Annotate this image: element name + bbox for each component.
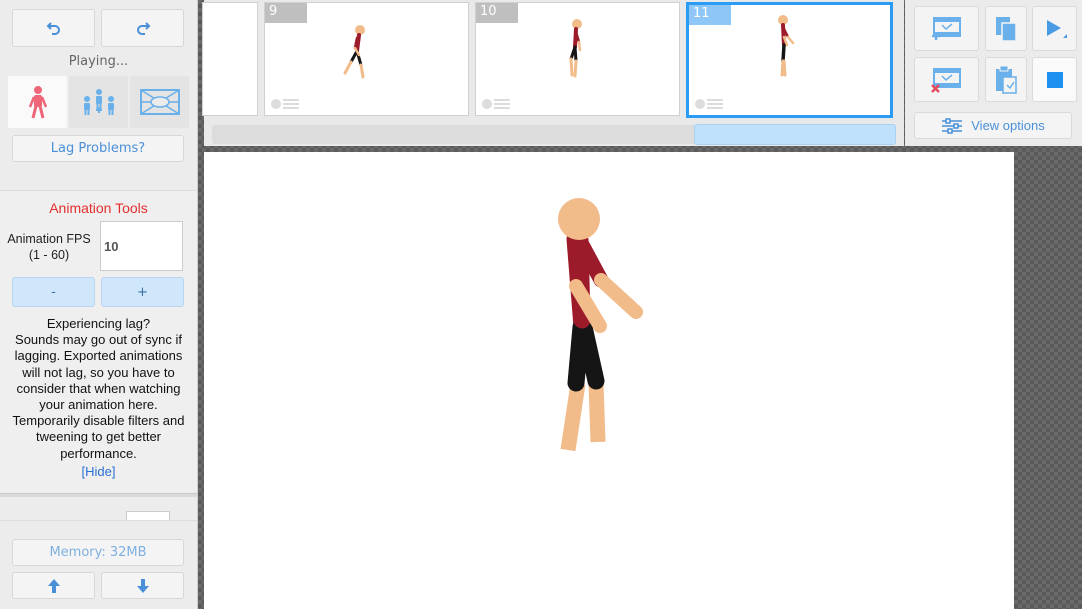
- frame-thumbnail: [569, 19, 582, 78]
- move-up-button[interactable]: [12, 572, 95, 599]
- timeline: 9 10 11: [202, 0, 904, 146]
- lag-info-text: Experiencing lag? Sounds may go out of s…: [4, 316, 193, 462]
- tab-single-figure[interactable]: [8, 76, 67, 128]
- copy-frame-icon: [996, 16, 1017, 42]
- timeline-scrollbar-thumb[interactable]: [694, 124, 896, 145]
- timeline-frame[interactable]: 9: [264, 2, 469, 116]
- memory-label: Memory: 32MB: [49, 545, 147, 560]
- tool-tabs: [8, 76, 189, 128]
- fps-increase-label: +: [137, 284, 148, 300]
- timeline-frame-selected[interactable]: 11: [686, 2, 893, 118]
- timeline-frame[interactable]: 10: [475, 2, 680, 116]
- tab-group-figures[interactable]: [69, 76, 128, 128]
- fps-label-line1: Animation FPS: [7, 232, 91, 246]
- stop-button[interactable]: [1032, 57, 1077, 102]
- redo-icon: [136, 22, 150, 35]
- add-frame-button[interactable]: [914, 6, 979, 51]
- add-frame-icon: [931, 16, 961, 40]
- copy-frame-button[interactable]: [985, 6, 1027, 51]
- fps-label-line2: (1 - 60): [28, 248, 70, 262]
- redo-button[interactable]: [101, 9, 184, 47]
- right-panel: View options: [905, 0, 1082, 146]
- paste-frame-icon: [996, 65, 1017, 94]
- fps-input[interactable]: 10: [100, 221, 183, 271]
- fps-label: Animation FPS (1 - 60): [4, 231, 94, 263]
- sliders-icon: [942, 117, 963, 134]
- arrow-up-icon: [47, 578, 60, 593]
- animation-tools-title: Animation Tools: [49, 200, 148, 216]
- play-icon: [1046, 19, 1067, 38]
- frame-options-icon: [271, 99, 299, 109]
- frame-thumbnail: [778, 15, 795, 77]
- hide-link[interactable]: [Hide]: [0, 464, 197, 479]
- fps-decrease-label: -: [51, 284, 56, 300]
- timeline-frame-partial[interactable]: [202, 2, 258, 116]
- undo-icon: [46, 22, 60, 35]
- paste-frame-button[interactable]: [985, 57, 1027, 102]
- bottom-section: Memory: 32MB: [0, 520, 197, 609]
- view-options-button[interactable]: View options: [914, 112, 1072, 139]
- view-options-label: View options: [971, 118, 1045, 133]
- delete-frame-icon: [930, 67, 961, 93]
- frame-options-icon: [695, 99, 723, 109]
- panel-divider: [0, 493, 197, 497]
- move-down-button[interactable]: [101, 572, 184, 599]
- fps-increase-button[interactable]: +: [101, 277, 184, 307]
- playback-status: Playing...: [68, 54, 129, 69]
- frame-thumbnail: [343, 25, 365, 79]
- play-button[interactable]: [1032, 6, 1077, 51]
- stop-icon: [1046, 71, 1063, 88]
- undo-button[interactable]: [12, 9, 95, 47]
- stick-figure[interactable]: [204, 152, 1014, 609]
- arrow-down-icon: [136, 578, 149, 593]
- group-figures-icon: [83, 89, 114, 115]
- lag-info-body: Sounds may go out of sync if lagging. Ex…: [12, 332, 185, 461]
- left-panel: Playing... Lag Problems? Animation Tools…: [0, 0, 197, 609]
- frame-number: 10: [476, 3, 518, 23]
- animation-canvas[interactable]: [204, 152, 1014, 609]
- frame-number: 11: [689, 5, 731, 25]
- memory-button[interactable]: Memory: 32MB: [12, 539, 184, 566]
- fps-decrease-button[interactable]: -: [12, 277, 95, 307]
- lag-problems-label: Lag Problems?: [50, 141, 146, 156]
- frame-options-icon: [482, 99, 510, 109]
- single-figure-icon: [28, 86, 47, 119]
- frame-number: 9: [265, 3, 307, 23]
- delete-frame-button[interactable]: [914, 57, 979, 102]
- tab-background[interactable]: [130, 76, 189, 128]
- lag-problems-button[interactable]: Lag Problems?: [12, 135, 184, 162]
- lag-info-title: Experiencing lag?: [46, 316, 151, 331]
- animation-tools-section: Animation Tools Animation FPS (1 - 60) 1…: [0, 190, 197, 493]
- background-image-icon: [139, 89, 180, 115]
